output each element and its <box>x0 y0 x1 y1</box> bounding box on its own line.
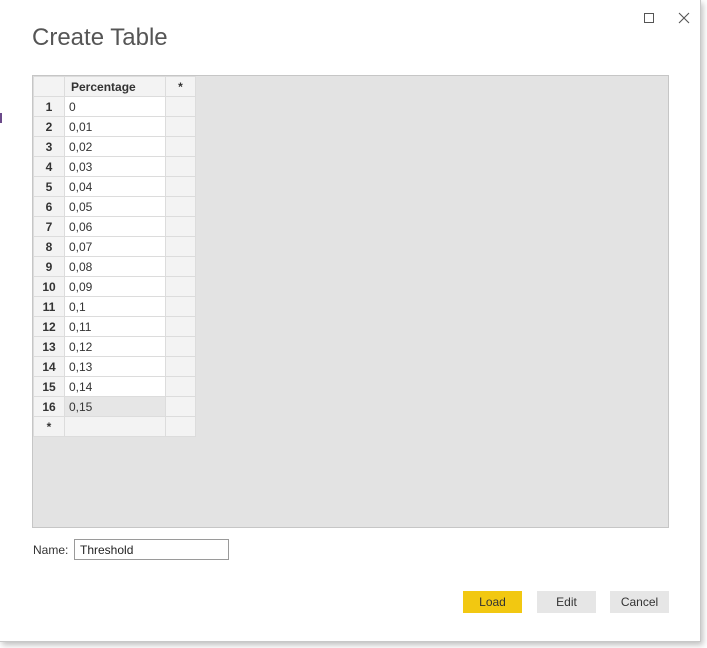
row-index[interactable]: 14 <box>33 356 65 377</box>
percentage-cell[interactable]: 0,1 <box>64 296 166 317</box>
percentage-cell[interactable]: 0,13 <box>64 356 166 377</box>
empty-cell[interactable] <box>165 96 196 117</box>
new-row-marker[interactable]: * <box>33 416 65 437</box>
table-row: 8 0,07 <box>33 236 196 257</box>
maximize-button[interactable] <box>639 8 659 28</box>
row-index[interactable]: 15 <box>33 376 65 397</box>
empty-cell[interactable] <box>165 336 196 357</box>
header-row: Percentage * <box>33 76 196 97</box>
percentage-cell[interactable]: 0,11 <box>64 316 166 337</box>
edit-button[interactable]: Edit <box>537 591 596 613</box>
new-row-empty-cell[interactable] <box>165 416 196 437</box>
row-index[interactable]: 13 <box>33 336 65 357</box>
corner-cell[interactable] <box>33 76 65 97</box>
empty-cell[interactable] <box>165 116 196 137</box>
add-column-header[interactable]: * <box>165 76 196 97</box>
row-index[interactable]: 9 <box>33 256 65 277</box>
percentage-cell[interactable]: 0,08 <box>64 256 166 277</box>
table-row: 5 0,04 <box>33 176 196 197</box>
percentage-cell[interactable]: 0,01 <box>64 116 166 137</box>
row-index[interactable]: 2 <box>33 116 65 137</box>
empty-cell[interactable] <box>165 316 196 337</box>
cancel-button[interactable]: Cancel <box>610 591 669 613</box>
new-row-cell[interactable] <box>64 416 166 437</box>
table-row: 13 0,12 <box>33 336 196 357</box>
table-row: 10 <box>33 96 196 117</box>
row-index[interactable]: 1 <box>33 96 65 117</box>
percentage-cell[interactable]: 0,06 <box>64 216 166 237</box>
row-index[interactable]: 5 <box>33 176 65 197</box>
row-index[interactable]: 12 <box>33 316 65 337</box>
empty-cell[interactable] <box>165 156 196 177</box>
table-editor-area[interactable]: Percentage * 1 0 2 0,01 3 0,02 4 0,03 5 0,04 6 0,05… <box>32 75 669 528</box>
percentage-cell[interactable]: 0,03 <box>64 156 166 177</box>
table-row: 16 0,15 <box>33 396 196 417</box>
row-index[interactable]: 8 <box>33 236 65 257</box>
data-grid: Percentage * 1 0 2 0,01 3 0,02 4 0,03 5 0,04 6 0,05… <box>33 76 196 437</box>
percentage-cell[interactable]: 0,15 <box>64 396 166 417</box>
percentage-cell[interactable]: 0 <box>64 96 166 117</box>
close-button[interactable] <box>674 8 694 28</box>
table-row: 7 0,06 <box>33 216 196 237</box>
table-row: 4 0,03 <box>33 156 196 177</box>
percentage-cell[interactable]: 0,14 <box>64 376 166 397</box>
empty-cell[interactable] <box>165 136 196 157</box>
row-index[interactable]: 16 <box>33 396 65 417</box>
name-label: Name: <box>33 543 69 557</box>
row-index[interactable]: 4 <box>33 156 65 177</box>
row-index[interactable]: 3 <box>33 136 65 157</box>
row-index[interactable]: 6 <box>33 196 65 217</box>
empty-cell[interactable] <box>165 196 196 217</box>
new-row: * <box>33 416 196 437</box>
percentage-cell[interactable]: 0,02 <box>64 136 166 157</box>
table-row: 2 0,01 <box>33 116 196 137</box>
table-row: 12 0,11 <box>33 316 196 337</box>
window-edge-accent <box>0 113 2 123</box>
empty-cell[interactable] <box>165 356 196 377</box>
percentage-cell[interactable]: 0,05 <box>64 196 166 217</box>
load-button[interactable]: Load <box>463 591 522 613</box>
percentage-cell[interactable]: 0,09 <box>64 276 166 297</box>
create-table-dialog: Create Table Percentage * 1 0 2 0,01 3 0,02 4 0… <box>0 0 701 642</box>
dialog-title: Create Table <box>32 24 168 51</box>
empty-cell[interactable] <box>165 296 196 317</box>
table-row: 9 0,08 <box>33 256 196 277</box>
percentage-cell[interactable]: 0,04 <box>64 176 166 197</box>
close-icon <box>678 12 690 24</box>
empty-cell[interactable] <box>165 216 196 237</box>
table-row: 10 0,09 <box>33 276 196 297</box>
row-index[interactable]: 7 <box>33 216 65 237</box>
row-index[interactable]: 10 <box>33 276 65 297</box>
table-row: 15 0,14 <box>33 376 196 397</box>
column-header-percentage[interactable]: Percentage <box>64 76 166 97</box>
empty-cell[interactable] <box>165 376 196 397</box>
table-row: 14 0,13 <box>33 356 196 377</box>
name-input[interactable] <box>74 539 229 560</box>
empty-cell[interactable] <box>165 236 196 257</box>
table-row: 11 0,1 <box>33 296 196 317</box>
percentage-cell[interactable]: 0,12 <box>64 336 166 357</box>
empty-cell[interactable] <box>165 276 196 297</box>
maximize-icon <box>644 13 654 23</box>
table-row: 3 0,02 <box>33 136 196 157</box>
table-row: 6 0,05 <box>33 196 196 217</box>
empty-cell[interactable] <box>165 396 196 417</box>
empty-cell[interactable] <box>165 256 196 277</box>
percentage-cell[interactable]: 0,07 <box>64 236 166 257</box>
row-index[interactable]: 11 <box>33 296 65 317</box>
empty-cell[interactable] <box>165 176 196 197</box>
